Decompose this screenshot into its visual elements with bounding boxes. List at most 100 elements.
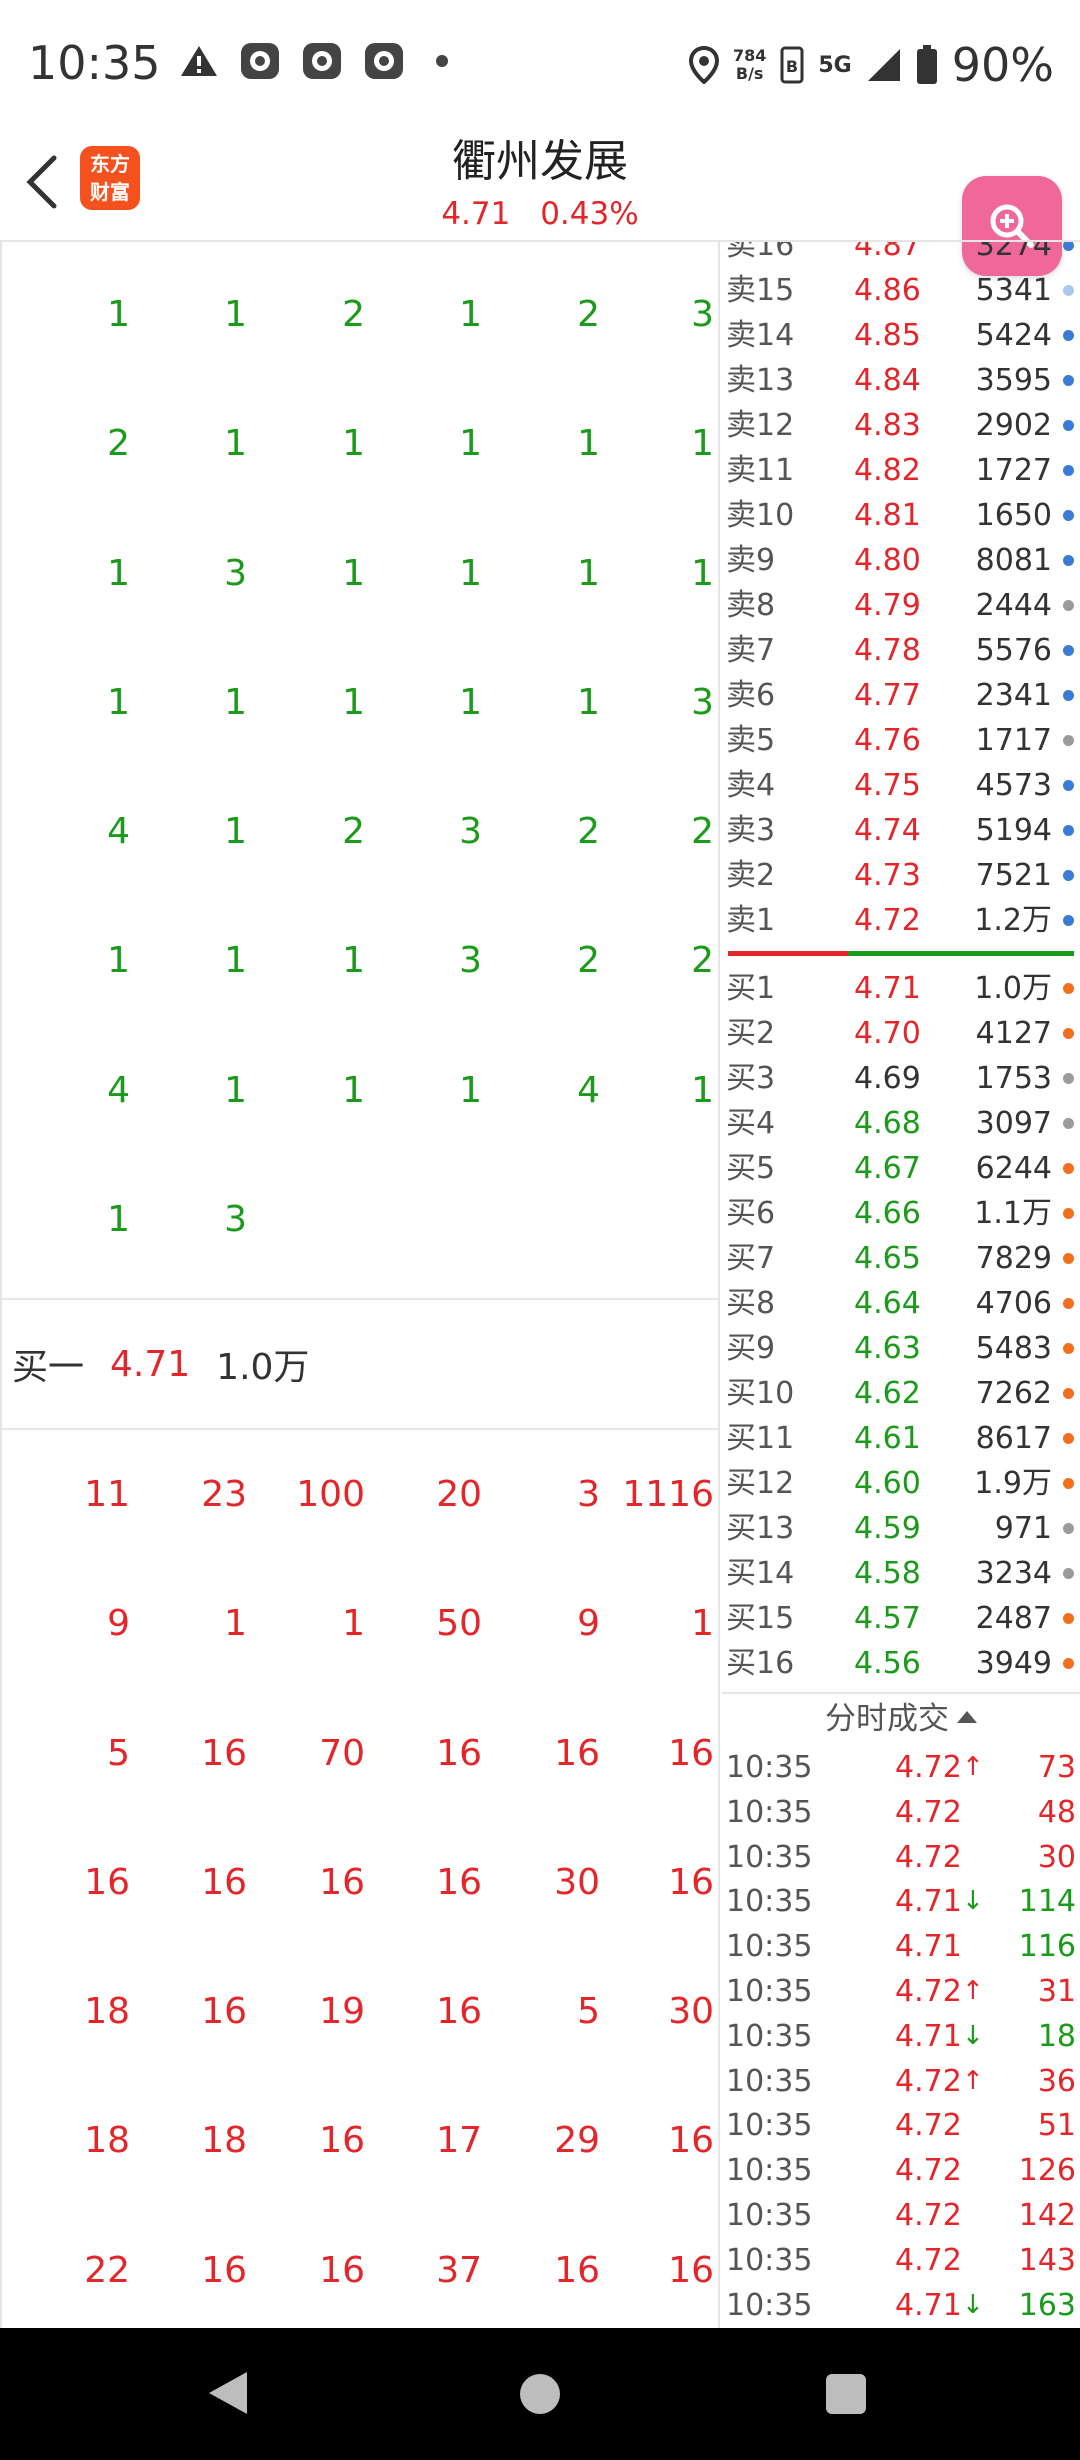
order-volume: 5424 — [975, 318, 1052, 353]
buy-order-row[interactable]: 买14 4.58 3234 — [722, 1551, 1080, 1596]
trade-volume: 48 — [1037, 1794, 1076, 1830]
order-level-label: 买10 — [726, 1376, 795, 1411]
trade-time: 10:35 — [726, 1839, 813, 1875]
sell-order-row[interactable]: 卖12 4.83 2902 — [722, 403, 1080, 448]
queue-row: 9 1 1 50 9 1 — [2, 1559, 718, 1688]
order-dot-icon — [1063, 1028, 1074, 1039]
trade-time: 10:35 — [726, 1794, 813, 1830]
back-button[interactable] — [22, 152, 62, 212]
order-price: 4.75 — [854, 768, 921, 803]
buy1-summary: 买一 4.71 1.0万 — [2, 1300, 718, 1428]
stock-price: 4.71 — [441, 196, 511, 232]
order-price: 4.79 — [854, 588, 921, 623]
sell-order-row[interactable]: 卖3 4.74 5194 — [722, 808, 1080, 853]
sell-order-row[interactable]: 卖1 4.72 1.2万 — [722, 898, 1080, 943]
buy-order-row[interactable]: 买12 4.60 1.9万 — [722, 1461, 1080, 1506]
sell-order-row[interactable]: 卖11 4.82 1727 — [722, 448, 1080, 493]
order-dot-icon — [1063, 870, 1074, 881]
buy-order-row[interactable]: 买15 4.57 2487 — [722, 1596, 1080, 1641]
buy-order-row[interactable]: 买16 4.56 3949 — [722, 1641, 1080, 1686]
nav-recents-icon[interactable] — [826, 2374, 866, 2414]
sell-order-row[interactable]: 卖5 4.76 1717 — [722, 718, 1080, 763]
buy-order-row[interactable]: 买7 4.65 7829 — [722, 1236, 1080, 1281]
order-level-label: 卖1 — [726, 903, 776, 938]
trade-time: 10:35 — [726, 2198, 813, 2233]
order-level-label: 买1 — [726, 971, 776, 1006]
sell-order-row[interactable]: 卖7 4.78 5576 — [722, 628, 1080, 673]
order-level-label: 卖9 — [726, 543, 776, 578]
order-queue-panel[interactable]: 1121232111111311111111134123221113224111… — [0, 242, 720, 2328]
buy-order-row[interactable]: 买3 4.69 1753 — [722, 1056, 1080, 1101]
trade-time: 10:35 — [726, 1929, 813, 1965]
buy-order-row[interactable]: 买9 4.63 5483 — [722, 1326, 1080, 1371]
battery-icon — [916, 45, 937, 84]
trade-row: 10:35 4.72 51 — [722, 2103, 1080, 2148]
sell-order-row[interactable]: 卖16 4.87 3274 — [722, 242, 1080, 268]
sell-order-row[interactable]: 卖9 4.80 8081 — [722, 538, 1080, 583]
order-level-label: 买13 — [726, 1511, 795, 1546]
order-volume: 6244 — [975, 1151, 1052, 1186]
app-logo[interactable]: 东方 财富 — [80, 146, 140, 210]
order-level-label: 卖3 — [726, 813, 776, 848]
buy-order-row[interactable]: 买13 4.59 971 — [722, 1506, 1080, 1551]
trade-price: 4.72 — [895, 2153, 962, 2189]
trade-row: 10:35 4.71 ↓ 114 — [722, 1879, 1080, 1924]
buy-order-row[interactable]: 买1 4.71 1.0万 — [722, 966, 1080, 1011]
order-volume: 1.9万 — [974, 1466, 1052, 1501]
sell-order-row[interactable]: 卖13 4.84 3595 — [722, 358, 1080, 403]
order-price: 4.87 — [854, 242, 921, 263]
nav-home-icon[interactable] — [520, 2374, 560, 2414]
order-dot-icon — [1063, 690, 1074, 701]
sell-order-row[interactable]: 卖14 4.85 5424 — [722, 313, 1080, 358]
order-volume: 4573 — [975, 768, 1052, 803]
order-level-label: 卖12 — [726, 408, 795, 443]
buy-order-row[interactable]: 买8 4.64 4706 — [722, 1281, 1080, 1326]
trade-price: 4.71 — [895, 2287, 962, 2323]
order-price: 4.81 — [854, 498, 921, 533]
sell-order-row[interactable]: 卖10 4.81 1650 — [722, 493, 1080, 538]
order-dot-icon — [1063, 780, 1074, 791]
order-volume: 7829 — [975, 1241, 1052, 1276]
trade-row: 10:35 4.72 126 — [722, 2148, 1080, 2193]
queue-row: 5 16 70 16 16 16 — [2, 1689, 718, 1818]
arrow-down-icon: ↓ — [962, 1886, 984, 1917]
order-price: 4.57 — [854, 1601, 921, 1636]
buy-order-row[interactable]: 买6 4.66 1.1万 — [722, 1191, 1080, 1236]
trade-volume: 51 — [1037, 2108, 1076, 2144]
network-type: 5G — [818, 52, 852, 78]
order-price: 4.65 — [854, 1241, 921, 1276]
order-dot-icon — [1063, 1073, 1074, 1084]
order-level-label: 买11 — [726, 1421, 795, 1456]
buy1-volume: 1.0万 — [216, 1347, 310, 1388]
buy-queue-grid: 11 23 100 20 3 1116 9 1 1 50 9 1 5 16 70 16 16 16 16 16 16 16… — [2, 1430, 718, 2328]
status-time: 10:35 — [28, 36, 161, 90]
buy-order-row[interactable]: 买5 4.67 6244 — [722, 1146, 1080, 1191]
sell-order-row[interactable]: 卖6 4.77 2341 — [722, 673, 1080, 718]
queue-row: 11 23 100 20 3 1116 — [2, 1430, 718, 1559]
sell-order-row[interactable]: 卖15 4.86 5341 — [722, 268, 1080, 313]
order-dot-icon — [1063, 1208, 1074, 1219]
order-price: 4.84 — [854, 363, 921, 398]
buy-order-row[interactable]: 买2 4.70 4127 — [722, 1011, 1080, 1056]
queue-cell: 16 — [668, 1732, 714, 1774]
order-book-panel[interactable]: 卖16 4.87 3274 卖15 4.86 5341 卖14 4.85 5424 卖13 4.84… — [722, 242, 1080, 2328]
order-volume: 7262 — [975, 1376, 1052, 1411]
sell-order-row[interactable]: 卖4 4.75 4573 — [722, 763, 1080, 808]
trade-time: 10:35 — [726, 2242, 813, 2278]
buy-order-row[interactable]: 买11 4.61 8617 — [722, 1416, 1080, 1461]
sell-order-row[interactable]: 卖2 4.73 7521 — [722, 853, 1080, 898]
order-level-label: 买9 — [726, 1331, 776, 1366]
order-price: 4.78 — [854, 633, 921, 668]
nav-back-icon[interactable] — [205, 2368, 251, 2418]
trade-volume: 18 — [1037, 2018, 1076, 2054]
order-level-label: 买6 — [726, 1196, 776, 1231]
sell-order-row[interactable]: 卖8 4.79 2444 — [722, 583, 1080, 628]
buy1-label: 买一 — [12, 1347, 85, 1388]
trades-title-button[interactable]: 分时成交 — [722, 1692, 1080, 1744]
sell-queue-grid: 1121232111111311111111134123221113224111… — [2, 250, 718, 1284]
buy-order-row[interactable]: 买10 4.62 7262 — [722, 1371, 1080, 1416]
trade-volume: 31 — [1037, 1974, 1076, 2009]
buy-order-row[interactable]: 买4 4.68 3097 — [722, 1101, 1080, 1146]
trade-price: 4.71 — [895, 2018, 962, 2054]
network-speed-value: 784 — [732, 46, 767, 65]
